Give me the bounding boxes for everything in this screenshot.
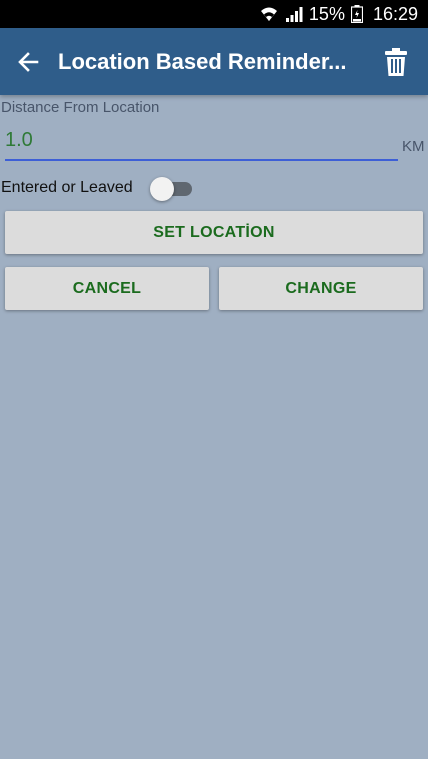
change-button[interactable]: CHANGE — [219, 267, 423, 310]
status-bar: 15% 16:29 — [0, 0, 428, 28]
page-title: Location Based Reminder... — [58, 48, 347, 74]
entered-or-leaved-label: Entered or Leaved — [1, 179, 133, 196]
unit-label: KM — [402, 138, 425, 155]
back-button[interactable] — [0, 34, 56, 90]
distance-label: Distance From Location — [1, 99, 160, 116]
app-bar: Location Based Reminder... — [0, 28, 428, 95]
set-location-button[interactable]: SET LOCATİON — [5, 211, 423, 254]
clock-time: 16:29 — [372, 3, 418, 24]
battery-icon — [350, 5, 363, 23]
toggle-thumb — [150, 177, 174, 201]
delete-button[interactable] — [368, 34, 424, 90]
entered-leaved-toggle[interactable] — [150, 177, 192, 201]
trash-icon — [385, 47, 407, 76]
distance-input[interactable] — [5, 125, 398, 161]
battery-percent: 15% — [308, 3, 345, 24]
cancel-button[interactable]: CANCEL — [5, 267, 209, 310]
back-arrow-icon — [18, 51, 39, 72]
signal-icon — [285, 6, 303, 22]
wifi-icon — [259, 5, 279, 23]
